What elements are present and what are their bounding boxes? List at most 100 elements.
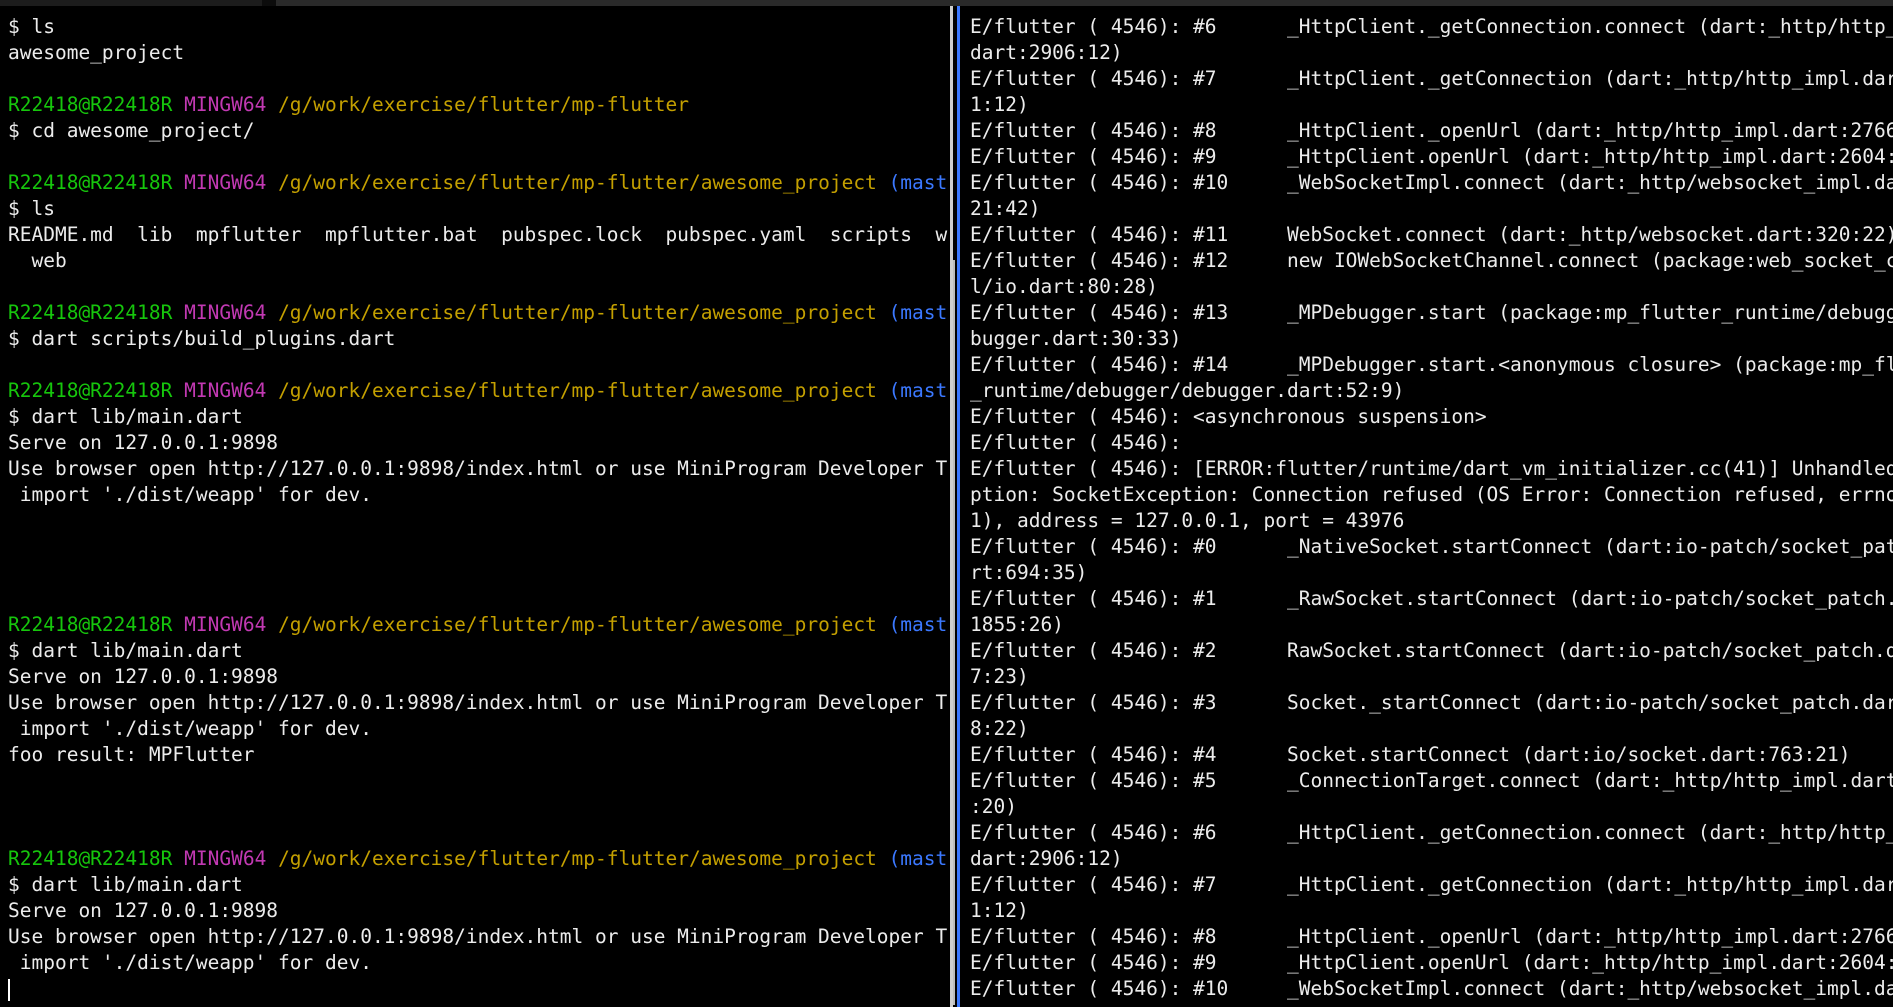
terminal-line: E/flutter ( 4546): #8 _HttpClient._openU… (970, 925, 1893, 948)
terminal-line: Use browser open http://127.0.0.1:9898/i… (8, 457, 948, 480)
prompt-branch: (master) (888, 379, 948, 402)
prompt-line: R22418@R22418R MINGW64 /g/work/exercise/… (8, 170, 948, 196)
terminal-line: Serve on 127.0.0.1:9898 (8, 431, 279, 454)
prompt-system: MINGW64 (184, 613, 267, 636)
terminal-line: $ dart lib/main.dart (8, 639, 243, 662)
prompt-user: R22418@R22418R (8, 171, 173, 194)
right-terminal-pane[interactable]: E/flutter ( 4546): #6 _HttpClient._getCo… (970, 14, 1893, 1007)
prompt-user: R22418@R22418R (8, 93, 173, 116)
terminal-line: 21:42) (970, 197, 1041, 220)
terminal-line: E/flutter ( 4546): #10 _WebSocketImpl.co… (970, 171, 1893, 194)
terminal-line: E/flutter ( 4546): #7 _HttpClient._getCo… (970, 67, 1893, 90)
terminal-line: README.md lib mpflutter mpflutter.bat pu… (8, 223, 948, 246)
left-terminal-pane[interactable]: $ ls awesome_project R22418@R22418R MINGW… (8, 14, 948, 1004)
terminal-line: ption: SocketException: Connection refus… (970, 483, 1893, 506)
terminal-line: awesome_project (8, 41, 185, 64)
terminal-line: 1), address = 127.0.0.1, port = 43976 (970, 509, 1405, 532)
terminal-line: $ ls (8, 15, 55, 38)
terminal-line: web (8, 249, 67, 272)
terminal-line: E/flutter ( 4546): [ERROR:flutter/runtim… (970, 457, 1893, 480)
terminal-line: E/flutter ( 4546): #9 _HttpClient.openUr… (970, 951, 1893, 974)
terminal-line: E/flutter ( 4546): #8 _HttpClient._openU… (970, 119, 1893, 142)
tab-edge (0, 0, 262, 6)
terminal-line: $ dart scripts/build_plugins.dart (8, 327, 396, 350)
terminal-line: E/flutter ( 4546): #7 _HttpClient._getCo… (970, 873, 1893, 896)
terminal-line: E/flutter ( 4546): #1 _RawSocket.startCo… (970, 587, 1893, 610)
prompt-path: /g/work/exercise/flutter/mp-flutter/awes… (278, 301, 877, 324)
terminal-line: E/flutter ( 4546): <asynchronous suspens… (970, 405, 1487, 428)
prompt-user: R22418@R22418R (8, 379, 173, 402)
terminal-line: Serve on 127.0.0.1:9898 (8, 665, 279, 688)
terminal-line: E/flutter ( 4546): #10 _WebSocketImpl.co… (970, 977, 1893, 1000)
prompt-path: /g/work/exercise/flutter/mp-flutter/awes… (278, 379, 877, 402)
terminal-line: 7:23) (970, 665, 1029, 688)
prompt-path: /g/work/exercise/flutter/mp-flutter/awes… (278, 613, 877, 636)
terminal-line: Use browser open http://127.0.0.1:9898/i… (8, 691, 948, 714)
prompt-line: R22418@R22418R MINGW64 /g/work/exercise/… (8, 300, 948, 326)
terminal-line: E/flutter ( 4546): #3 Socket._startConne… (970, 691, 1893, 714)
prompt-branch: (master) (888, 613, 948, 636)
terminal-line: import './dist/weapp' for dev. (8, 717, 372, 740)
terminal-line: rt:694:35) (970, 561, 1088, 584)
terminal-line: $ ls (8, 197, 55, 220)
window-top-strip (0, 0, 1893, 6)
prompt-user: R22418@R22418R (8, 613, 173, 636)
terminal-line: Serve on 127.0.0.1:9898 (8, 899, 279, 922)
prompt-system: MINGW64 (184, 93, 267, 116)
terminal-line: 1:12) (970, 93, 1029, 116)
terminal-line: l/io.dart:80:28) (970, 275, 1158, 298)
terminal-line: E/flutter ( 4546): #12 new IOWebSocketCh… (970, 249, 1893, 272)
tab-bar-edge (276, 0, 1893, 6)
terminal-line: E/flutter ( 4546): #5 _ConnectionTarget.… (970, 769, 1893, 792)
terminal-line: $ dart lib/main.dart (8, 873, 243, 896)
prompt-line: R22418@R22418R MINGW64 /g/work/exercise/… (8, 378, 948, 404)
terminal-line: E/flutter ( 4546): #2 RawSocket.startCon… (970, 639, 1893, 662)
prompt-branch: (master) (888, 171, 948, 194)
terminal-line: $ cd awesome_project/ (8, 119, 255, 142)
terminal-line: E/flutter ( 4546): #4 Socket.startConnec… (970, 743, 1851, 766)
prompt-user: R22418@R22418R (8, 847, 173, 870)
terminal-line: E/flutter ( 4546): #0 _NativeSocket.star… (970, 535, 1893, 558)
prompt-system: MINGW64 (184, 301, 267, 324)
terminal-line: E/flutter ( 4546): #14 _MPDebugger.start… (970, 353, 1893, 376)
terminal-line: bugger.dart:30:33) (970, 327, 1182, 350)
cursor-line (8, 976, 948, 1002)
prompt-system: MINGW64 (184, 379, 267, 402)
prompt-branch: (master) (888, 847, 948, 870)
terminal-line: dart:2906:12) (970, 847, 1123, 870)
terminal-line: 1:12) (970, 899, 1029, 922)
terminal-line: import './dist/weapp' for dev. (8, 951, 372, 974)
prompt-line: R22418@R22418R MINGW64 /g/work/exercise/… (8, 846, 948, 872)
terminal-line: 1855:26) (970, 613, 1064, 636)
terminal-line: Use browser open http://127.0.0.1:9898/i… (8, 925, 948, 948)
prompt-line: R22418@R22418R MINGW64 /g/work/exercise/… (8, 92, 948, 118)
terminal-line: dart:2906:12) (970, 41, 1123, 64)
terminal-line: E/flutter ( 4546): (970, 431, 1182, 454)
terminal-line: :20) (970, 795, 1017, 818)
terminal-line: E/flutter ( 4546): #6 _HttpClient._getCo… (970, 15, 1893, 38)
terminal-line: E/flutter ( 4546): #9 _HttpClient.openUr… (970, 145, 1893, 168)
terminal-line: $ dart lib/main.dart (8, 405, 243, 428)
prompt-path: /g/work/exercise/flutter/mp-flutter/awes… (278, 171, 877, 194)
prompt-branch: (master) (888, 301, 948, 324)
terminal-line: foo result: MPFlutter (8, 743, 255, 766)
prompt-user: R22418@R22418R (8, 301, 173, 324)
terminal-line: E/flutter ( 4546): #6 _HttpClient._getCo… (970, 821, 1893, 844)
active-pane-indicator (957, 6, 960, 1007)
prompt-path: /g/work/exercise/flutter/mp-flutter (278, 93, 689, 116)
pane-divider[interactable] (950, 6, 953, 1007)
text-cursor (8, 978, 10, 1001)
prompt-system: MINGW64 (184, 847, 267, 870)
prompt-line: R22418@R22418R MINGW64 /g/work/exercise/… (8, 612, 948, 638)
prompt-path: /g/work/exercise/flutter/mp-flutter/awes… (278, 847, 877, 870)
